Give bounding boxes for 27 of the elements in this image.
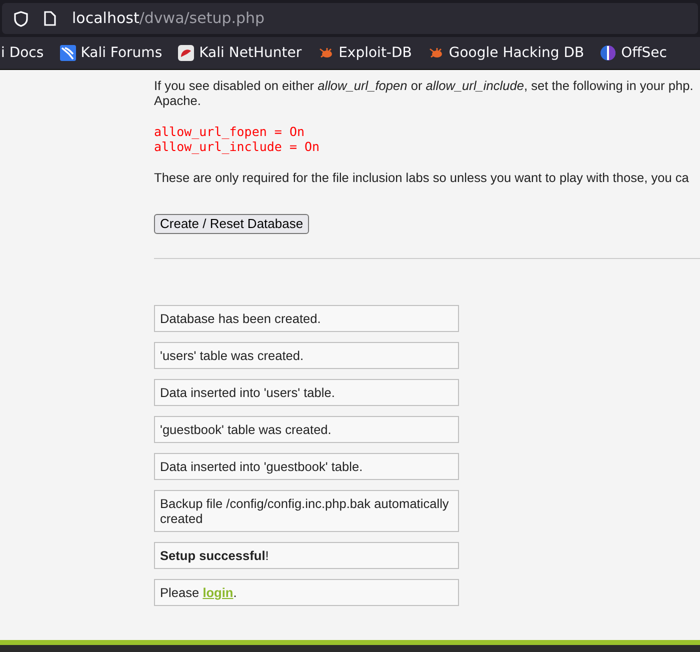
note-text: These are only required for the file inclusion labs so unless you want to play with those, you ca [154, 170, 690, 185]
bookmark-link[interactable]: OffSec [600, 42, 667, 64]
bookmark-link[interactable]: Google Hacking DB [428, 42, 584, 64]
message-box: Backup file /config/config.inc.php.bak automatically created [154, 490, 459, 532]
bookmark-link[interactable]: i Docs [1, 42, 44, 64]
message-box: Database has been created. [154, 305, 459, 332]
message-box: Data inserted into 'users' table. [154, 379, 459, 406]
url-text[interactable]: localhost/dvwa/setup.php [72, 7, 265, 30]
intro-text: If you see disabled on either allow_url_fopen or allow_url_include, set the following in your php. [154, 77, 694, 93]
bookmark-link[interactable]: Kali NetHunter [178, 42, 302, 64]
message-box: 'guestbook' table was created. [154, 416, 459, 443]
reset-database-button[interactable]: Create / Reset Database [154, 214, 310, 234]
bookmark-link[interactable]: Kali Forums [60, 42, 162, 64]
page-icon [44, 11, 56, 26]
config-line: allow_url_include = On [154, 139, 321, 154]
message-box: 'users' table was created. [154, 342, 459, 369]
dragon-icon [60, 45, 76, 61]
message-box: Data inserted into 'guestbook' table. [154, 453, 459, 480]
config-line: allow_url_fopen = On [154, 124, 306, 139]
message-text: Please login. [160, 585, 237, 600]
nethunter-icon [178, 45, 194, 61]
message-box: Setup successful! [154, 542, 459, 569]
address-bar[interactable]: localhost/dvwa/setup.php [2, 3, 698, 34]
intro-text: Apache. [154, 93, 202, 108]
bookmark-link[interactable]: Exploit-DB [318, 42, 412, 64]
offsec-icon [600, 45, 616, 61]
shield-icon [14, 10, 28, 26]
